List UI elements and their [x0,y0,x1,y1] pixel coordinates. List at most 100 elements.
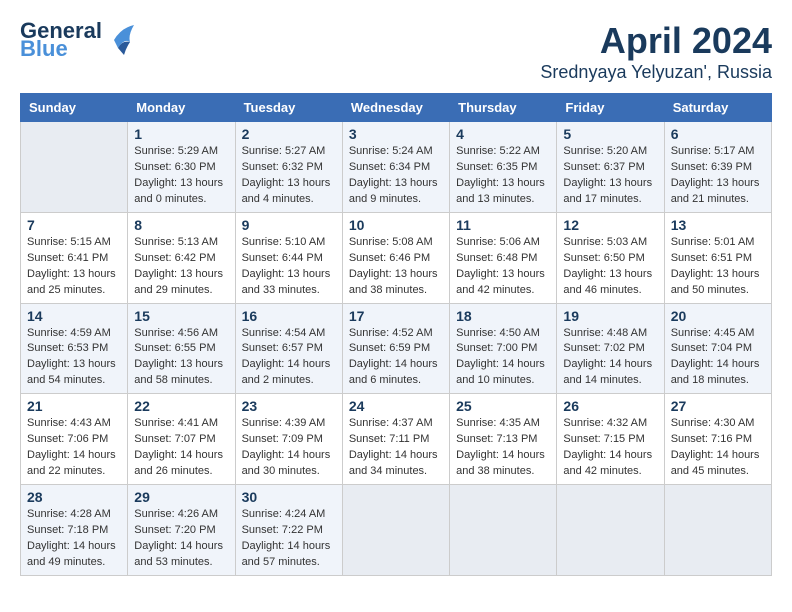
calendar-cell: 16Sunrise: 4:54 AMSunset: 6:57 PMDayligh… [235,303,342,394]
day-number: 20 [671,308,765,324]
calendar-cell: 9Sunrise: 5:10 AMSunset: 6:44 PMDaylight… [235,212,342,303]
day-number: 1 [134,126,228,142]
calendar-cell: 18 Sunrise: 4:50 AMSunset: 7:00 PMDayligh… [450,303,557,394]
day-number: 14 [27,308,121,324]
calendar-cell: 1 Sunrise: 5:29 AMSunset: 6:30 PMDaylight… [128,122,235,213]
day-info: Sunrise: 4:54 AMSunset: 6:57 PMDaylight:… [242,326,336,390]
day-info: Sunrise: 4:43 AMSunset: 7:06 PMDaylight:… [27,416,121,480]
calendar-cell [557,485,664,576]
day-number: 22 [134,398,228,414]
day-number: 30 [242,489,336,505]
day-info: Sunrise: 4:28 AMSunset: 7:18 PMDaylight:… [27,507,121,571]
weekday-header-saturday: Saturday [664,94,771,122]
day-info: Sunrise: 4:30 AMSunset: 7:16 PMDaylight:… [671,416,765,480]
calendar-week-row: 14 Sunrise: 4:59 AMSunset: 6:53 PMDayligh… [21,303,772,394]
day-number: 23 [242,398,336,414]
logo-text-blue: Blue [20,38,102,60]
day-number: 6 [671,126,765,142]
calendar-cell [664,485,771,576]
calendar-cell: 4Sunrise: 5:22 AMSunset: 6:35 PMDaylight… [450,122,557,213]
weekday-header-row: SundayMondayTuesdayWednesdayThursdayFrid… [21,94,772,122]
day-number: 13 [671,217,765,233]
day-info: Sunrise: 4:35 AMSunset: 7:13 PMDaylight:… [456,416,550,480]
calendar-week-row: 28 Sunrise: 4:28 AMSunset: 7:18 PMDayligh… [21,485,772,576]
weekday-header-monday: Monday [128,94,235,122]
day-number: 29 [134,489,228,505]
weekday-header-wednesday: Wednesday [342,94,449,122]
day-info: Sunrise: 4:24 AMSunset: 7:22 PMDaylight:… [242,507,336,571]
day-number: 3 [349,126,443,142]
day-info: Sunrise: 4:56 AMSunset: 6:55 PMDaylight:… [134,326,228,390]
day-info: Sunrise: 5:06 AMSunset: 6:48 PMDaylight:… [456,235,550,299]
day-number: 11 [456,217,550,233]
day-info: Sunrise: 4:37 AMSunset: 7:11 PMDaylight:… [349,416,443,480]
day-number: 2 [242,126,336,142]
day-number: 9 [242,217,336,233]
calendar-cell: 20 Sunrise: 4:45 AMSunset: 7:04 PMDayligh… [664,303,771,394]
day-number: 21 [27,398,121,414]
calendar-cell: 21 Sunrise: 4:43 AMSunset: 7:06 PMDayligh… [21,394,128,485]
day-info: Sunrise: 5:17 AMSunset: 6:39 PMDaylight:… [671,144,765,208]
day-info: Sunrise: 4:26 AMSunset: 7:20 PMDaylight:… [134,507,228,571]
calendar-cell: 8Sunrise: 5:13 AMSunset: 6:42 PMDaylight… [128,212,235,303]
weekday-header-tuesday: Tuesday [235,94,342,122]
day-info: Sunrise: 5:20 AMSunset: 6:37 PMDaylight:… [563,144,657,208]
calendar-cell: 22 Sunrise: 4:41 AMSunset: 7:07 PMDayligh… [128,394,235,485]
day-info: Sunrise: 5:29 AMSunset: 6:30 PMDaylight:… [134,144,228,208]
calendar-cell: 24 Sunrise: 4:37 AMSunset: 7:11 PMDayligh… [342,394,449,485]
calendar-cell: 15 Sunrise: 4:56 AMSunset: 6:55 PMDayligh… [128,303,235,394]
calendar-cell: 10Sunrise: 5:08 AMSunset: 6:46 PMDayligh… [342,212,449,303]
day-number: 28 [27,489,121,505]
day-number: 18 [456,308,550,324]
calendar-week-row: 7Sunrise: 5:15 AMSunset: 6:41 PMDaylight… [21,212,772,303]
calendar-cell [450,485,557,576]
calendar-cell: 17Sunrise: 4:52 AMSunset: 6:59 PMDayligh… [342,303,449,394]
calendar-cell: 30 Sunrise: 4:24 AMSunset: 7:22 PMDayligh… [235,485,342,576]
calendar-table: SundayMondayTuesdayWednesdayThursdayFrid… [20,93,772,576]
day-info: Sunrise: 5:01 AMSunset: 6:51 PMDaylight:… [671,235,765,299]
calendar-cell: 12Sunrise: 5:03 AMSunset: 6:50 PMDayligh… [557,212,664,303]
weekday-header-friday: Friday [557,94,664,122]
location-subtitle: Srednyaya Yelyuzan', Russia [540,62,772,83]
day-info: Sunrise: 5:15 AMSunset: 6:41 PMDaylight:… [27,235,121,299]
day-info: Sunrise: 4:52 AMSunset: 6:59 PMDaylight:… [349,326,443,390]
day-number: 19 [563,308,657,324]
calendar-cell: 13 Sunrise: 5:01 AMSunset: 6:51 PMDayligh… [664,212,771,303]
day-info: Sunrise: 4:59 AMSunset: 6:53 PMDaylight:… [27,326,121,390]
day-info: Sunrise: 5:27 AMSunset: 6:32 PMDaylight:… [242,144,336,208]
calendar-week-row: 21 Sunrise: 4:43 AMSunset: 7:06 PMDayligh… [21,394,772,485]
day-number: 12 [563,217,657,233]
day-info: Sunrise: 4:39 AMSunset: 7:09 PMDaylight:… [242,416,336,480]
calendar-cell: 3 Sunrise: 5:24 AMSunset: 6:34 PMDaylight… [342,122,449,213]
day-info: Sunrise: 4:41 AMSunset: 7:07 PMDaylight:… [134,416,228,480]
day-number: 25 [456,398,550,414]
month-year-title: April 2024 [540,20,772,62]
day-number: 24 [349,398,443,414]
day-number: 27 [671,398,765,414]
calendar-cell [21,122,128,213]
day-number: 5 [563,126,657,142]
calendar-cell: 2 Sunrise: 5:27 AMSunset: 6:32 PMDaylight… [235,122,342,213]
calendar-week-row: 1 Sunrise: 5:29 AMSunset: 6:30 PMDaylight… [21,122,772,213]
title-block: April 2024 Srednyaya Yelyuzan', Russia [540,20,772,83]
day-info: Sunrise: 5:24 AMSunset: 6:34 PMDaylight:… [349,144,443,208]
day-info: Sunrise: 4:45 AMSunset: 7:04 PMDaylight:… [671,326,765,390]
day-info: Sunrise: 5:13 AMSunset: 6:42 PMDaylight:… [134,235,228,299]
weekday-header-thursday: Thursday [450,94,557,122]
calendar-cell: 11 Sunrise: 5:06 AMSunset: 6:48 PMDayligh… [450,212,557,303]
day-number: 26 [563,398,657,414]
weekday-header-sunday: Sunday [21,94,128,122]
calendar-cell: 14 Sunrise: 4:59 AMSunset: 6:53 PMDayligh… [21,303,128,394]
calendar-cell: 28 Sunrise: 4:28 AMSunset: 7:18 PMDayligh… [21,485,128,576]
day-number: 15 [134,308,228,324]
day-info: Sunrise: 5:22 AMSunset: 6:35 PMDaylight:… [456,144,550,208]
calendar-cell: 27 Sunrise: 4:30 AMSunset: 7:16 PMDayligh… [664,394,771,485]
calendar-cell: 7Sunrise: 5:15 AMSunset: 6:41 PMDaylight… [21,212,128,303]
calendar-cell: 26 Sunrise: 4:32 AMSunset: 7:15 PMDayligh… [557,394,664,485]
day-info: Sunrise: 4:50 AMSunset: 7:00 PMDaylight:… [456,326,550,390]
calendar-cell: 19Sunrise: 4:48 AMSunset: 7:02 PMDayligh… [557,303,664,394]
day-info: Sunrise: 4:32 AMSunset: 7:15 PMDaylight:… [563,416,657,480]
logo-bird-icon [106,20,136,60]
logo: General Blue [20,20,136,60]
calendar-cell: 25 Sunrise: 4:35 AMSunset: 7:13 PMDayligh… [450,394,557,485]
